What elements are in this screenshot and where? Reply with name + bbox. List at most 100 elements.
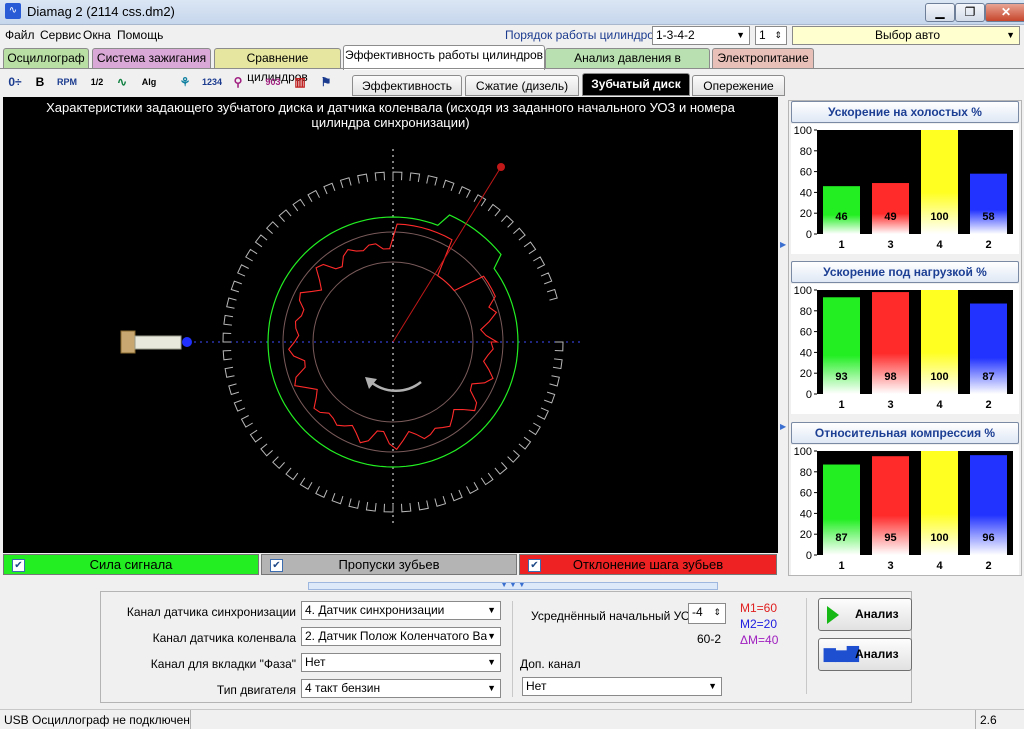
tooth-step-deviation-toggle[interactable]: ✔ Отклонение шага зубьев <box>519 554 777 575</box>
status-bar: USB Осциллограф не подключен 2.6 <box>0 709 1024 729</box>
window-title: Diamag 2 (2114 css.dm2) <box>27 4 175 19</box>
rotation-arrowhead <box>365 377 377 389</box>
chevron-down-icon: ▼ <box>487 628 496 645</box>
tab-cylinder-efficiency[interactable]: Эффективность работы цилиндров <box>343 45 545 70</box>
chevron-down-icon: ▼ <box>487 605 496 615</box>
extra-channel-select[interactable]: Нет ▼ <box>522 677 722 696</box>
chart-title: Ускорение на холостых % <box>791 101 1019 123</box>
bar-value-label: 100 <box>930 211 948 223</box>
spin-icon: ⇕ <box>774 30 782 40</box>
cyl-spinner[interactable]: 1 ⇕ <box>755 26 787 45</box>
chevron-down-icon: ▼ <box>736 30 745 40</box>
chart-903-icon[interactable]: 903 <box>262 71 284 93</box>
y-tick-label: 20 <box>800 208 812 220</box>
phase-channel-label: Канал для вкладки "Фаза" <box>150 657 296 671</box>
cyl-order-select[interactable]: 1-3-4-2 ▼ <box>652 26 750 45</box>
algorithm-icon[interactable]: Alg 1/2 <box>138 71 160 109</box>
x-tick-label: 2 <box>985 239 991 251</box>
subtab-tooth-disk[interactable]: Зубчатый диск <box>582 73 690 96</box>
version-text: 2.6 <box>980 713 997 727</box>
tooth-disk-canvas: Характеристики задающего зубчатого диска… <box>3 97 778 553</box>
bar-value-label: 96 <box>982 532 994 544</box>
tab-divider <box>0 68 1024 69</box>
rpm-icon[interactable]: RPM <box>56 71 78 93</box>
x-tick-label: 3 <box>887 239 893 251</box>
y-tick-label: 40 <box>800 187 812 199</box>
zero-offset-icon[interactable]: 0÷ <box>4 71 26 93</box>
close-button[interactable]: ✕ <box>985 3 1024 22</box>
checkbox-check-icon[interactable]: ✔ <box>270 559 283 572</box>
bold-icon[interactable]: B <box>29 71 51 93</box>
x-tick-label: 4 <box>936 399 943 411</box>
sync-channel-label: Канал датчика синхронизации <box>126 605 296 619</box>
analyze-car-button[interactable]: ▆▅▇ Анализ <box>818 638 912 671</box>
bar-value-label: 46 <box>835 211 847 223</box>
phase-channel-value: Нет <box>305 655 326 669</box>
menu-bar: Файл Сервис Окна Помощь Порядок работы ц… <box>0 24 1024 46</box>
y-tick-label: 80 <box>800 306 812 318</box>
disk-diagram <box>120 149 583 527</box>
bar <box>970 173 1007 234</box>
maximize-button[interactable]: ❐ <box>955 3 985 22</box>
menu-help[interactable]: Помощь <box>117 28 163 42</box>
numbering-icon[interactable]: 1234 <box>201 71 223 93</box>
bar-value-label: 87 <box>835 532 847 544</box>
menu-file[interactable]: Файл <box>5 28 35 42</box>
subtab-advance[interactable]: Опережение <box>692 75 785 96</box>
tab-ignition[interactable]: Система зажигания <box>92 48 211 68</box>
chart-title: Ускорение под нагрузкой % <box>791 261 1019 283</box>
tab-pressure[interactable]: Анализ давления в цилиндре <box>545 48 710 84</box>
filter-flag-icon[interactable]: ⚑ <box>315 71 337 93</box>
car-select-label: Выбор авто <box>874 28 940 42</box>
wave-icon[interactable]: ∿ <box>111 71 133 93</box>
menu-windows[interactable]: Окна <box>83 28 111 42</box>
funnel-icon[interactable]: ⚲ <box>227 71 249 93</box>
car-select[interactable]: Выбор авто ▼ <box>792 26 1020 45</box>
checkbox-check-icon[interactable]: ✔ <box>12 559 25 572</box>
marker-m2: M2=20 <box>740 617 778 631</box>
cyl-order-value: 1-3-4-2 <box>656 28 695 42</box>
title-bar: ∿ Diamag 2 (2114 css.dm2) ▁ ❐ ✕ <box>0 0 1024 25</box>
subtab-efficiency[interactable]: Эффективность <box>352 75 462 96</box>
scale-icon[interactable]: 1/2 <box>86 71 108 93</box>
y-tick-label: 60 <box>800 327 812 339</box>
subtab-compression[interactable]: Сжатие (дизель) <box>465 75 579 96</box>
tab-power[interactable]: Электропитание <box>712 48 814 68</box>
analyze-button[interactable]: Анализ <box>818 598 912 631</box>
crank-channel-value: 2. Датчик Полож Коленчатого Вал <box>305 629 495 643</box>
splitter-arrow-icon[interactable]: ▶ <box>780 422 786 431</box>
signal-strength-toggle[interactable]: ✔ Сила сигнала <box>3 554 259 575</box>
minimize-button[interactable]: ▁ <box>925 3 955 22</box>
menu-service[interactable]: Сервис <box>40 28 81 42</box>
engine-type-select[interactable]: 4 такт бензин ▼ <box>301 679 501 698</box>
bar-value-label: 100 <box>930 532 948 544</box>
sync-channel-select[interactable]: 4. Датчик синхронизации ▼ <box>301 601 501 620</box>
bar-chart-svg: 0 20 40 60 80 100 46 1 49 3 100 4 58 2 <box>794 125 1013 251</box>
y-tick-label: 100 <box>794 446 812 458</box>
bar-value-label: 49 <box>884 211 896 223</box>
chevron-down-icon: ▼ <box>1006 30 1015 40</box>
tooth-step-deviation-label: Отклонение шага зубьев <box>572 557 724 572</box>
y-tick-label: 0 <box>806 229 812 241</box>
checkbox-check-icon[interactable]: ✔ <box>528 559 541 572</box>
tab-cylinder-compare[interactable]: Сравнение цилиндров <box>214 48 341 84</box>
crank-channel-select[interactable]: 2. Датчик Полож Коленчатого Вал ▼ <box>301 627 501 646</box>
bar-chart-icon[interactable]: ▥ <box>289 71 311 93</box>
filter-icon[interactable]: ⚘ <box>174 71 196 93</box>
x-tick-label: 1 <box>838 399 844 411</box>
bar-chart: 0 20 40 60 80 100 93 1 98 3 100 4 87 2 <box>791 284 1019 414</box>
status-separator <box>975 710 976 729</box>
x-tick-label: 2 <box>985 399 991 411</box>
y-tick-label: 40 <box>800 347 812 359</box>
marker-m1: M1=60 <box>740 601 778 615</box>
x-tick-label: 3 <box>887 560 893 572</box>
y-tick-label: 0 <box>806 550 812 562</box>
tab-oscilloscope[interactable]: Осциллограф <box>3 48 89 68</box>
collapse-handle[interactable]: ▼ ▼ ▼ <box>308 582 718 590</box>
crank-channel-label: Канал датчика коленвала <box>152 631 296 645</box>
phase-channel-select[interactable]: Нет ▼ <box>301 653 501 672</box>
missing-teeth-toggle[interactable]: ✔ Пропуски зубьев <box>261 554 517 575</box>
uoz-spinner[interactable]: -4 ⇕ <box>688 603 726 624</box>
bar <box>872 183 909 234</box>
splitter-arrow-icon[interactable]: ▶ <box>780 240 786 249</box>
